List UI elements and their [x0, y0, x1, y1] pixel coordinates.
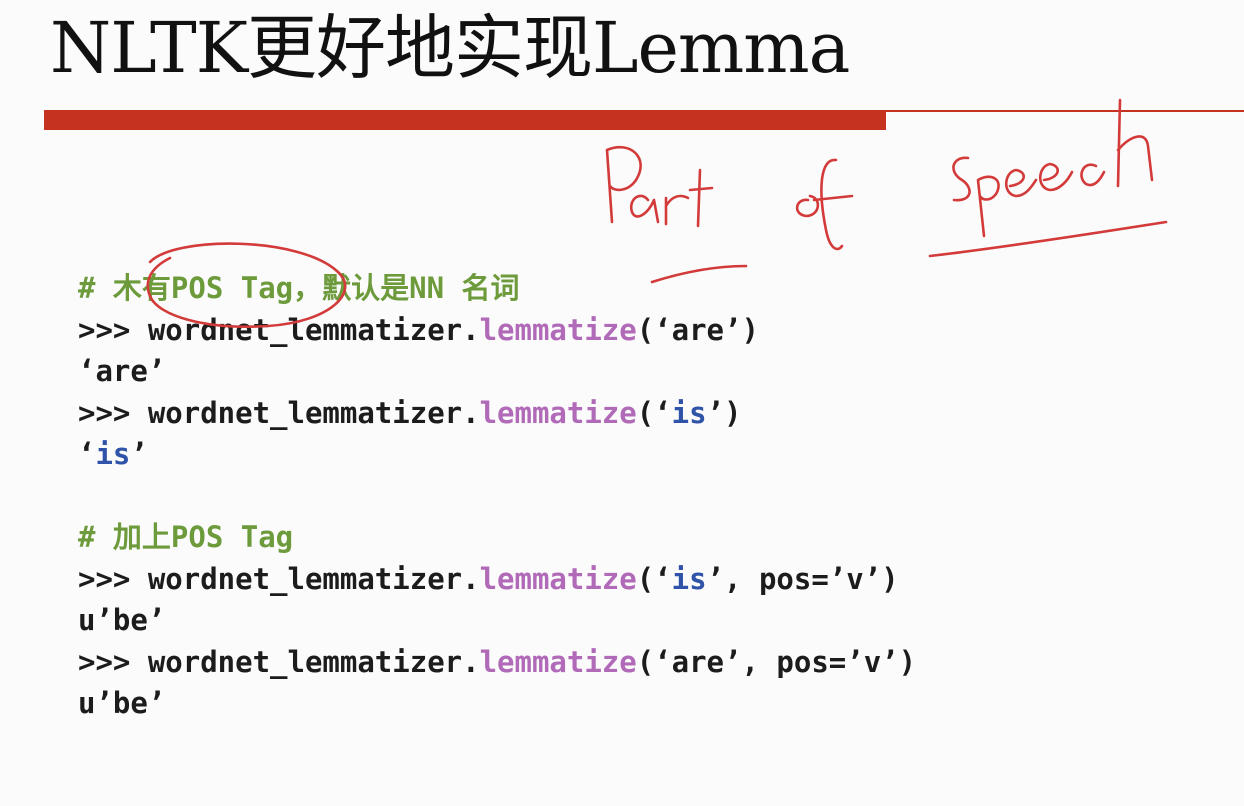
- code-text: (‘are’): [636, 312, 759, 347]
- code-text: >>> wordnet_lemmatizer.: [78, 395, 480, 430]
- code-line: u’be’: [78, 600, 916, 642]
- code-line: >>> wordnet_lemmatizer.lemmatize(‘is’): [78, 393, 916, 435]
- annotation-word-of: [795, 158, 854, 251]
- code-text: u’be’: [78, 603, 166, 637]
- annotation-word-part: [605, 145, 714, 228]
- code-function: lemmatize: [479, 561, 637, 596]
- code-text: u’be’: [78, 686, 166, 720]
- code-text: >>> wordnet_lemmatizer.: [78, 561, 480, 596]
- code-line: >>> wordnet_lemmatizer.lemmatize(‘are’): [78, 310, 916, 352]
- code-text: ‘are’: [78, 354, 166, 388]
- code-text: (‘: [636, 561, 672, 596]
- code-block: # 木有POS Tag，默认是NN 名词 >>> wordnet_lemmatiz…: [78, 268, 916, 725]
- code-line: >>> wordnet_lemmatizer.lemmatize(‘are’, …: [78, 642, 916, 684]
- code-text: >>> wordnet_lemmatizer.: [78, 312, 480, 347]
- code-function: lemmatize: [479, 395, 637, 430]
- slide-title: NLTK更好地实现Lemma: [50, 7, 850, 89]
- code-line: # 加上POS Tag: [78, 517, 916, 559]
- title-underline-bar: [44, 110, 886, 130]
- code-line: u’be’: [78, 683, 916, 725]
- annotation-underline-2: [928, 220, 1168, 258]
- code-string-highlight: is: [95, 437, 131, 471]
- code-comment: # 加上POS Tag: [78, 520, 294, 554]
- code-function: lemmatize: [479, 644, 637, 679]
- slide: NLTK更好地实现Lemma # 木有POS Tag，默认是NN 名词 >>> w…: [0, 0, 1244, 806]
- code-text: (‘are’, pos=’v’): [636, 644, 917, 679]
- code-text: (‘: [636, 395, 672, 430]
- code-text: ’: [130, 437, 148, 471]
- code-string-highlight: is: [671, 561, 707, 596]
- annotation-word-speech: [952, 98, 1154, 238]
- code-line: >>> wordnet_lemmatizer.lemmatize(‘is’, p…: [78, 559, 916, 601]
- code-text: ‘: [78, 437, 96, 471]
- code-text: >>> wordnet_lemmatizer.: [78, 644, 480, 679]
- code-line: ‘is’: [78, 434, 916, 476]
- code-comment: # 木有POS Tag，默认是NN 名词: [78, 271, 520, 305]
- code-line: # 木有POS Tag，默认是NN 名词: [78, 268, 916, 310]
- code-text: ’): [706, 395, 742, 430]
- code-text: ’, pos=’v’): [706, 561, 899, 596]
- code-string-highlight: is: [671, 395, 707, 430]
- code-function: lemmatize: [479, 312, 637, 347]
- code-line: ‘are’: [78, 351, 916, 393]
- title-underline-thin: [886, 110, 1244, 112]
